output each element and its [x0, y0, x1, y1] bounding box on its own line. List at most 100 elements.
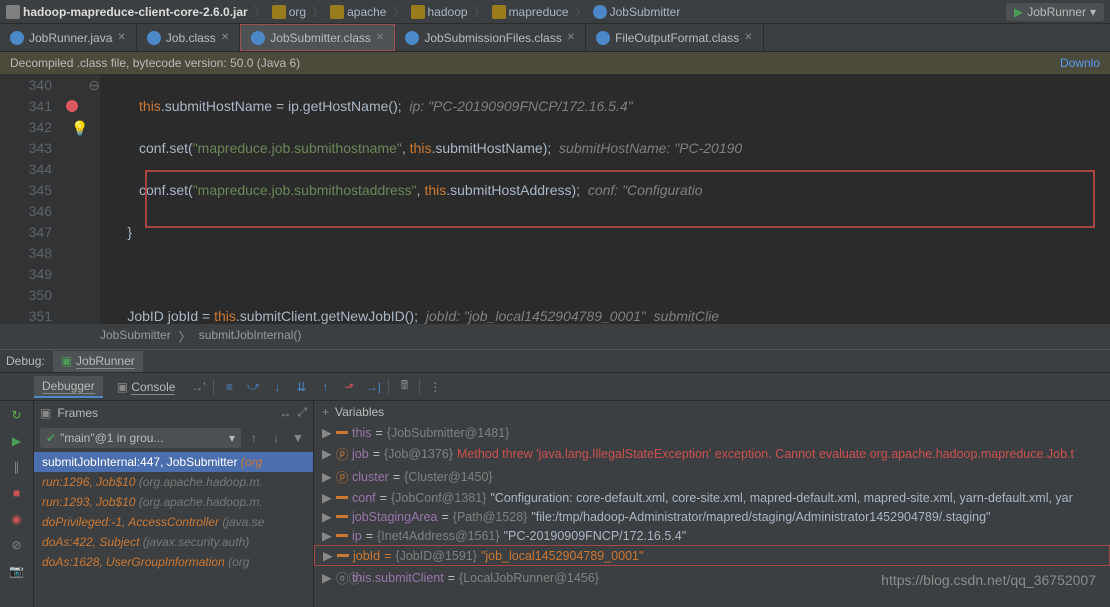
tab-label: JobSubmissionFiles.class	[424, 31, 561, 45]
variables-title: Variables	[335, 405, 384, 419]
drop-frame-icon[interactable]: ⬏	[340, 378, 358, 396]
filter-icon[interactable]: ▼	[289, 429, 307, 447]
run-config-label: JobRunner	[1027, 5, 1086, 19]
package-icon	[330, 5, 344, 19]
crumb-org[interactable]: org	[289, 5, 306, 19]
package-icon	[411, 5, 425, 19]
line-gutter: 340341342343344345346347348349350351	[0, 74, 60, 324]
debugger-toolbar: Debugger ▣ Console →' ≡ ⤻ ↓ ⇊ ↑ ⬏ →| 🖩 ⋮	[0, 373, 1110, 401]
tab-label: FileOutputFormat.class	[615, 31, 739, 45]
breakpoint-icon[interactable]	[66, 100, 78, 112]
class-icon	[593, 5, 607, 19]
debug-session-tab[interactable]: ▣ JobRunner	[53, 351, 143, 372]
run-icon: ▶	[1014, 5, 1023, 19]
mute-breakpoints-icon[interactable]: ⊘	[7, 535, 27, 555]
banner-text: Decompiled .class file, bytecode version…	[10, 56, 300, 70]
debugger-tab[interactable]: Debugger	[34, 376, 103, 398]
step-over-icon[interactable]: ⤻	[244, 378, 262, 396]
dump-icon[interactable]: 📷	[7, 561, 27, 581]
settings-icon[interactable]: ⤢	[297, 405, 307, 420]
debug-sidebar: ↻ ▶ ∥ ■ ◉ ⊘ 📷	[0, 401, 34, 607]
class-icon	[405, 31, 419, 45]
chevron-down-icon: ▾	[1090, 5, 1096, 19]
jar-icon	[6, 5, 20, 19]
frame-row[interactable]: doPrivileged:-1, AccessController (java.…	[34, 512, 313, 532]
bc-method[interactable]: submitJobInternal()	[199, 328, 302, 345]
prev-frame-icon[interactable]: ↑	[245, 429, 263, 447]
run-icon: ▣	[61, 354, 72, 368]
new-watch-icon[interactable]: +	[322, 405, 329, 419]
stop-icon[interactable]: ■	[7, 483, 27, 503]
force-step-into-icon[interactable]: ⇊	[292, 378, 310, 396]
crumb-mapreduce[interactable]: mapreduce	[509, 5, 569, 19]
var-row[interactable]: ▶jobId={JobID@1591} "job_local1452904789…	[314, 545, 1110, 566]
debug-label: Debug:	[6, 354, 45, 368]
gutter-marks: ⊖💡	[60, 74, 100, 324]
tab-job[interactable]: Job.class ✕	[137, 24, 240, 51]
package-icon	[272, 5, 286, 19]
chevron-down-icon: ▾	[229, 431, 235, 445]
class-icon	[251, 31, 265, 45]
tab-label: Job.class	[166, 31, 216, 45]
crumb-hadoop[interactable]: hadoop	[428, 5, 468, 19]
var-row[interactable]: ▶conf={JobConf@1381} "Configuration: cor…	[314, 488, 1110, 507]
thread-name: "main"@1 in grou...	[60, 431, 163, 445]
pause-icon[interactable]: ∥	[7, 457, 27, 477]
banner-download-link[interactable]: Downlo	[1060, 56, 1100, 70]
class-icon	[10, 31, 24, 45]
frame-row[interactable]: submitJobInternal:447, JobSubmitter (org	[34, 452, 313, 472]
run-to-cursor-icon[interactable]: →|	[364, 378, 382, 396]
var-row[interactable]: ▶jobStagingArea={Path@1528} "file:/tmp/h…	[314, 507, 1110, 526]
debug-tab-label: JobRunner	[76, 354, 135, 369]
show-exec-point-icon[interactable]: ≡	[220, 378, 238, 396]
step-out-icon[interactable]: ↑	[316, 378, 334, 396]
frame-list[interactable]: submitJobInternal:447, JobSubmitter (org…	[34, 452, 313, 572]
close-icon[interactable]: ✕	[567, 32, 575, 43]
var-row[interactable]: ▶this={JobSubmitter@1481}	[314, 423, 1110, 442]
editor-tabs: JobRunner.java✕ Job.class ✕ JobSubmitter.…	[0, 24, 1110, 52]
var-row[interactable]: ▶ip={Inet4Address@1561} "PC-20190909FNCP…	[314, 526, 1110, 545]
intention-bulb-icon[interactable]: 💡	[60, 118, 100, 139]
close-icon[interactable]: ✕	[744, 32, 752, 43]
thread-selector[interactable]: ✔"main"@1 in grou...▾	[40, 428, 241, 448]
close-icon[interactable]: ✕	[376, 32, 384, 43]
class-icon	[147, 31, 161, 45]
frame-row[interactable]: doAs:1628, UserGroupInformation (org	[34, 552, 313, 572]
crumb-apache[interactable]: apache	[347, 5, 386, 19]
step-into-icon[interactable]: ↓	[268, 378, 286, 396]
view-breakpoints-icon[interactable]: ◉	[7, 509, 27, 529]
frame-row[interactable]: run:1296, Job$10 (org.apache.hadoop.m.	[34, 472, 313, 492]
decompile-banner: Decompiled .class file, bytecode version…	[0, 52, 1110, 74]
evaluate-icon[interactable]: 🖩	[395, 378, 413, 396]
close-icon[interactable]: ✕	[221, 32, 229, 43]
next-frame-icon[interactable]: ↓	[267, 429, 285, 447]
code-breadcrumb: JobSubmitter〉submitJobInternal()	[0, 324, 1110, 349]
rerun-icon[interactable]: ↻	[7, 405, 27, 425]
tab-label: JobSubmitter.class	[270, 31, 371, 45]
code-area[interactable]: this.submitHostName = ip.getHostName(); …	[100, 74, 1110, 324]
more-icon[interactable]: ⋮	[426, 378, 444, 396]
tab-fileoutputformat[interactable]: FileOutputFormat.class ✕	[586, 24, 763, 51]
breadcrumb-bar: hadoop-mapreduce-client-core-2.6.0.jar 〉…	[0, 0, 1110, 24]
crumb-class[interactable]: JobSubmitter	[610, 5, 681, 19]
var-row[interactable]: ▶ⓟcluster={Cluster@1450}	[314, 465, 1110, 488]
crumb-jar[interactable]: hadoop-mapreduce-client-core-2.6.0.jar	[23, 5, 248, 19]
close-icon[interactable]: ✕	[117, 32, 125, 43]
code-editor[interactable]: 340341342343344345346347348349350351 ⊖💡 …	[0, 74, 1110, 324]
run-config-selector[interactable]: ▶ JobRunner ▾	[1006, 3, 1104, 21]
frame-row[interactable]: run:1293, Job$10 (org.apache.hadoop.m.	[34, 492, 313, 512]
bc-class[interactable]: JobSubmitter	[100, 328, 171, 345]
frames-title: Frames	[57, 406, 98, 420]
console-tab[interactable]: ▣ Console	[109, 377, 184, 397]
resume-icon[interactable]: ▶	[7, 431, 27, 451]
package-icon	[492, 5, 506, 19]
step-config-icon[interactable]: →'	[189, 378, 207, 396]
class-icon	[596, 31, 610, 45]
frame-row[interactable]: doAs:422, Subject (javax.security.auth)	[34, 532, 313, 552]
frames-panel: ▣Frames↔⤢ ✔"main"@1 in grou...▾ ↑ ↓ ▼ su…	[34, 401, 314, 607]
var-row[interactable]: ▶ⓟjob={Job@1376} Method threw 'java.lang…	[314, 442, 1110, 465]
tab-jobsubmitter[interactable]: JobSubmitter.class ✕	[240, 24, 395, 51]
tab-jobsubmissionfiles[interactable]: JobSubmissionFiles.class ✕	[395, 24, 586, 51]
tab-jobrunner[interactable]: JobRunner.java✕	[0, 24, 137, 51]
restore-layout-icon[interactable]: ↔	[279, 406, 291, 420]
